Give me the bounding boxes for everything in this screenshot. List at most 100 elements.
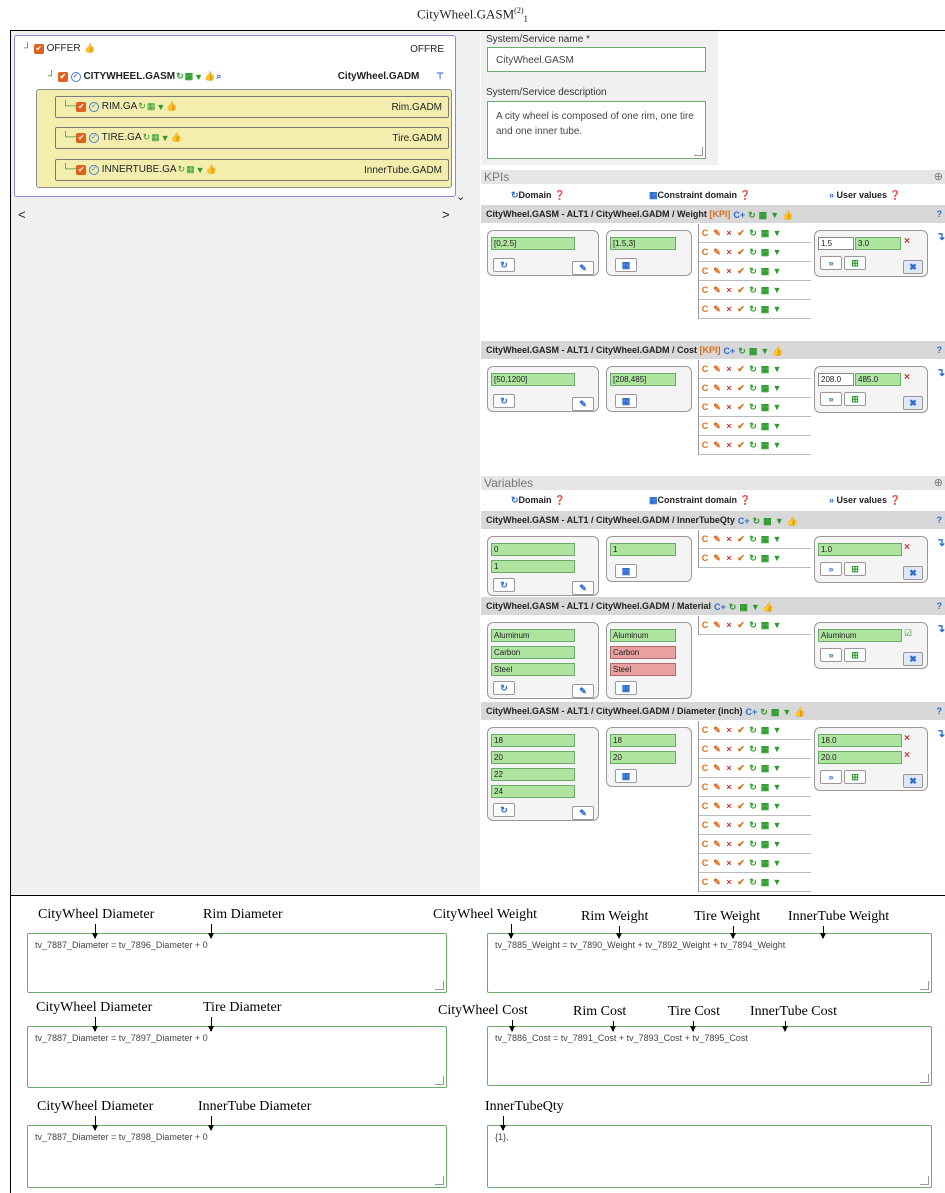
filter-icon[interactable]: ▼ <box>771 725 783 735</box>
checkbox-icon[interactable]: ✔ <box>735 553 747 564</box>
delete-icon[interactable]: × <box>723 553 735 563</box>
refresh-icon[interactable]: ↻ <box>747 820 759 831</box>
checkbox-icon[interactable]: ✔ <box>735 801 747 812</box>
domain-refresh-button[interactable]: ↻ <box>493 258 515 272</box>
user-add-button[interactable]: ⊞ <box>844 770 866 784</box>
edit-icon[interactable]: ✎ <box>711 304 723 315</box>
user-add-button[interactable]: ⊞ <box>844 648 866 662</box>
edit-icon[interactable]: ✎ <box>711 858 723 869</box>
constraint-col-header[interactable]: ▦Constraint domain ❓ <box>649 495 751 506</box>
reset-icon[interactable]: C <box>699 858 711 868</box>
domain-col-header[interactable]: ↻Domain ❓ <box>511 190 565 201</box>
checkbox-icon[interactable]: ✔ <box>735 228 747 239</box>
edit-icon[interactable]: ✎ <box>711 820 723 831</box>
checkbox-icon[interactable]: ✔ <box>76 101 87 112</box>
checkbox-icon[interactable]: ✔ <box>735 402 747 413</box>
delete-icon[interactable]: × <box>723 402 735 412</box>
constraint-col-header[interactable]: ▦Constraint domain ❓ <box>649 190 751 201</box>
checkbox-icon[interactable]: ✔ <box>735 421 747 432</box>
filter-icon[interactable]: ▼ <box>771 266 783 276</box>
checkbox-icon[interactable]: ✔ <box>735 364 747 375</box>
calculator-icon[interactable]: ▦ <box>759 364 771 375</box>
calculator-icon[interactable]: ▦ <box>739 598 748 616</box>
user-clear-button[interactable]: ✖ <box>903 566 923 580</box>
checkbox-icon[interactable]: ✔ <box>735 620 747 631</box>
edit-icon[interactable]: ✎ <box>711 285 723 296</box>
add-icon[interactable]: C+ <box>746 703 758 721</box>
refresh-icon[interactable]: ↻ <box>747 383 759 394</box>
refresh-icon[interactable]: ↻ <box>747 402 759 413</box>
refresh-icon[interactable]: ↻ <box>747 364 759 375</box>
reset-icon[interactable]: C <box>699 534 711 544</box>
delete-icon[interactable]: × <box>723 763 735 773</box>
scroll-down-button[interactable]: ⌄ <box>456 190 465 203</box>
thumbs-up-icon[interactable]: 👍 <box>772 342 783 360</box>
reset-icon[interactable]: C <box>699 725 711 735</box>
calculator-icon[interactable]: ▦ <box>759 820 771 831</box>
calculator-icon[interactable]: ▦ <box>759 266 771 277</box>
filter-icon[interactable]: ▼ <box>771 553 783 563</box>
checkbox-icon[interactable]: ✔ <box>735 877 747 888</box>
filter-icon[interactable]: ▼ <box>771 364 783 374</box>
expand-icon[interactable]: ↴ <box>936 230 945 243</box>
filter-icon[interactable]: ▼ <box>770 206 779 224</box>
refresh-icon[interactable]: ↻ <box>747 839 759 850</box>
scroll-right-button[interactable]: > <box>442 207 450 222</box>
thumbs-up-icon[interactable]: 👍 <box>763 598 774 616</box>
description-textarea[interactable]: A city wheel is composed of one rim, one… <box>487 101 706 159</box>
checkbox-icon[interactable]: ✔ <box>735 744 747 755</box>
domain-refresh-button[interactable]: ↻ <box>493 394 515 408</box>
edit-icon[interactable]: ✎ <box>711 421 723 432</box>
search-icon[interactable]: ⌕ <box>216 71 221 82</box>
refresh-icon[interactable]: ↻ <box>747 553 759 564</box>
user-max-input[interactable]: 485.0 <box>855 373 901 386</box>
edit-icon[interactable]: ✎ <box>711 534 723 545</box>
filter-icon[interactable]: ▼ <box>771 620 783 630</box>
checkbox-icon[interactable]: ✔ <box>735 440 747 451</box>
reset-icon[interactable]: C <box>699 553 711 563</box>
equation-box[interactable]: {1}, <box>487 1125 932 1188</box>
reset-icon[interactable]: C <box>699 304 711 314</box>
checkbox-icon[interactable]: ✔ <box>735 383 747 394</box>
resize-grip-icon[interactable] <box>435 1076 444 1085</box>
filter-icon[interactable]: ▼ <box>771 782 783 792</box>
delete-icon[interactable]: × <box>723 725 735 735</box>
reset-icon[interactable]: C <box>699 782 711 792</box>
filter-icon[interactable]: ▼ <box>771 285 783 295</box>
calculator-icon[interactable]: ▦ <box>759 725 771 736</box>
filter-icon[interactable]: ▼ <box>771 839 783 849</box>
constraint-calc-button[interactable]: ▦ <box>615 564 637 578</box>
refresh-icon[interactable]: ↻ <box>747 440 759 451</box>
delete-icon[interactable]: × <box>723 421 735 431</box>
filter-icon[interactable]: ▼ <box>771 440 783 450</box>
filter-icon[interactable]: ▼ <box>771 858 783 868</box>
refresh-icon[interactable]: ↻ <box>747 744 759 755</box>
domain-edit-button[interactable]: ✎ <box>572 261 594 275</box>
add-icon[interactable]: C+ <box>714 598 726 616</box>
refresh-icon[interactable]: ↻ <box>753 512 761 530</box>
delete-icon[interactable]: × <box>723 839 735 849</box>
filter-icon[interactable]: ▼ <box>782 703 791 721</box>
calculator-icon[interactable]: ▦ <box>759 440 771 451</box>
user-forward-button[interactable]: » <box>820 562 842 576</box>
user-add-button[interactable]: ⊞ <box>844 256 866 270</box>
reset-icon[interactable]: C <box>699 744 711 754</box>
delete-icon[interactable]: × <box>723 266 735 276</box>
calculator-icon[interactable]: ▦ <box>763 512 772 530</box>
edit-icon[interactable]: ✎ <box>711 763 723 774</box>
resize-grip-icon[interactable] <box>435 981 444 990</box>
resize-grip-icon[interactable] <box>435 1176 444 1185</box>
calculator-icon[interactable]: ▦ <box>759 839 771 850</box>
hierarchy-icon[interactable]: ⊤ <box>436 71 444 82</box>
calculator-icon[interactable]: ▦ <box>186 164 195 175</box>
filter-icon[interactable]: ▼ <box>771 421 783 431</box>
equation-box[interactable]: tv_7887_Diameter = tv_7898_Diameter + 0 <box>27 1125 447 1188</box>
user-col-header[interactable]: » User values ❓ <box>829 190 901 201</box>
reset-icon[interactable]: C <box>699 228 711 238</box>
edit-icon[interactable]: ✎ <box>711 364 723 375</box>
checkbox-icon[interactable]: ✔ <box>735 820 747 831</box>
edit-icon[interactable]: ✎ <box>711 782 723 793</box>
calculator-icon[interactable]: ▦ <box>147 101 156 112</box>
calculator-icon[interactable]: ▦ <box>759 877 771 888</box>
refresh-icon[interactable]: ↻ <box>729 598 737 616</box>
